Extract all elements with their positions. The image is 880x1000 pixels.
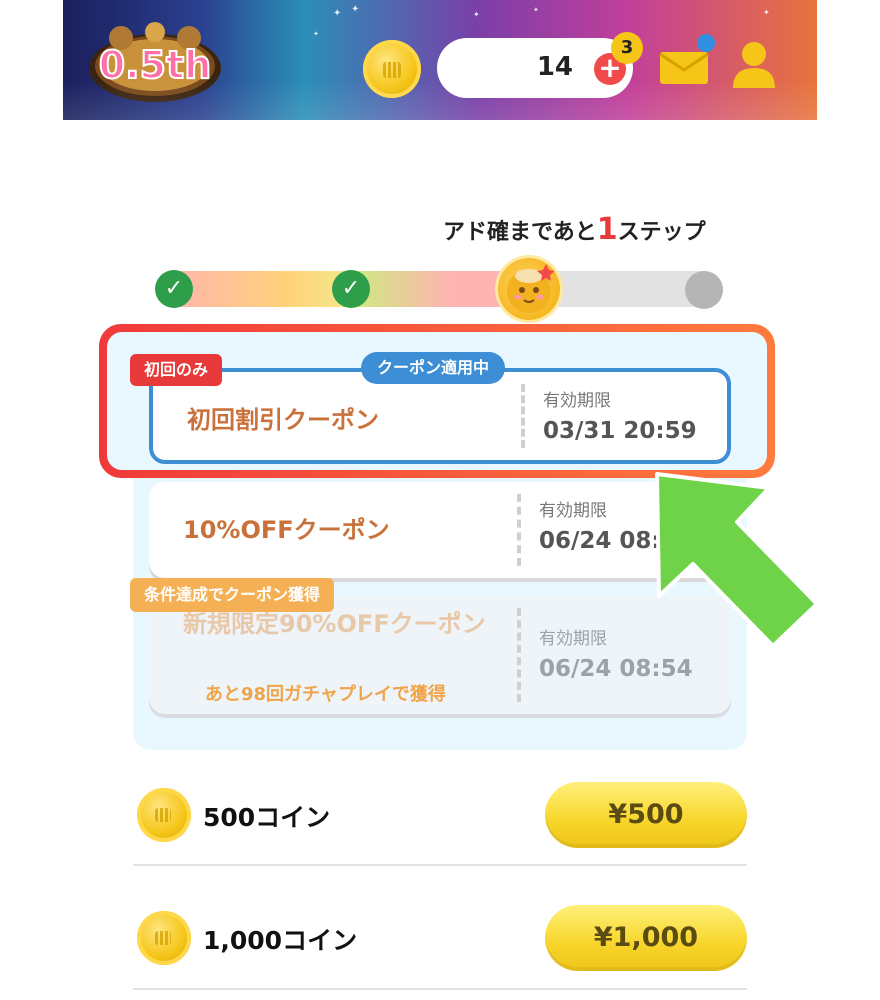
coupon-card-locked: 新規限定90%OFFクーポン あと98回ガチャプレイで獲得 有効期限 06/24… bbox=[149, 596, 731, 714]
coin-icon bbox=[363, 40, 421, 98]
coin-pack-label: 500コイン bbox=[203, 803, 331, 832]
coin-balance-value: 14 bbox=[536, 52, 573, 82]
step-end-marker bbox=[685, 271, 723, 309]
step-suffix: ステップ bbox=[617, 220, 706, 245]
coupon-name: 初回割引クーポン bbox=[187, 406, 379, 434]
coupon-name: 10%OFFクーポン bbox=[183, 516, 390, 544]
coin-icon bbox=[137, 788, 191, 842]
coupon-divider bbox=[517, 494, 521, 566]
coupon-expiry-label: 有効期限 bbox=[543, 391, 611, 411]
step-check-icon: ✓ bbox=[332, 270, 370, 308]
mail-unread-dot bbox=[697, 34, 715, 52]
divider bbox=[133, 988, 747, 990]
coupon-condition-note: あと98回ガチャプレイで獲得 bbox=[205, 684, 446, 705]
mascot-icon bbox=[498, 258, 560, 320]
coupon-applied-badge: クーポン適用中 bbox=[361, 352, 506, 384]
logo-text: 0.5th bbox=[99, 43, 212, 87]
notification-badge: 3 bbox=[611, 32, 643, 64]
coin-pack: 500コイン ¥500 bbox=[133, 770, 747, 860]
header: ✦ ✦ ✦ ✦ ✦ ✦ 0.5th 14 + 3 bbox=[63, 0, 817, 120]
condition-tag: 条件達成でクーポン獲得 bbox=[130, 578, 335, 612]
step-title: アド確まであと1ステップ bbox=[443, 212, 706, 247]
buy-button[interactable]: ¥500 bbox=[545, 782, 747, 848]
user-icon[interactable] bbox=[731, 40, 777, 90]
coin-pack-label: 1,000コイン bbox=[203, 926, 358, 955]
step-check-icon: ✓ bbox=[155, 270, 193, 308]
coin-pack: 1,000コイン ¥1,000 bbox=[133, 893, 747, 983]
coupon-divider bbox=[517, 608, 521, 702]
app-screen: ✦ ✦ ✦ ✦ ✦ ✦ 0.5th 14 + 3 アド確まであと1ステップ ✓ … bbox=[63, 0, 819, 1000]
divider bbox=[133, 864, 747, 866]
anniversary-logo-icon: 0.5th bbox=[89, 22, 221, 102]
step-progress-bar bbox=[158, 271, 723, 307]
mail-icon[interactable] bbox=[659, 48, 709, 86]
coupon-expiry-date: 03/31 20:59 bbox=[543, 418, 697, 444]
coupon-expiry-label: 有効期限 bbox=[539, 501, 607, 521]
buy-button[interactable]: ¥1,000 bbox=[545, 905, 747, 971]
first-time-tag: 初回のみ bbox=[130, 354, 223, 386]
coupon-divider bbox=[521, 384, 525, 448]
coupon-card[interactable]: 10%OFFクーポン 有効期限 06/24 08:54 bbox=[149, 482, 731, 578]
coin-icon bbox=[137, 911, 191, 965]
pointer-arrow-icon bbox=[655, 472, 819, 648]
coupon-expiry-date: 06/24 08:54 bbox=[539, 656, 693, 682]
step-count: 1 bbox=[596, 212, 618, 247]
coupon-name: 新規限定90%OFFクーポン bbox=[183, 610, 486, 638]
step-prefix: アド確まであと bbox=[443, 220, 597, 245]
coupon-expiry-label: 有効期限 bbox=[539, 629, 607, 649]
